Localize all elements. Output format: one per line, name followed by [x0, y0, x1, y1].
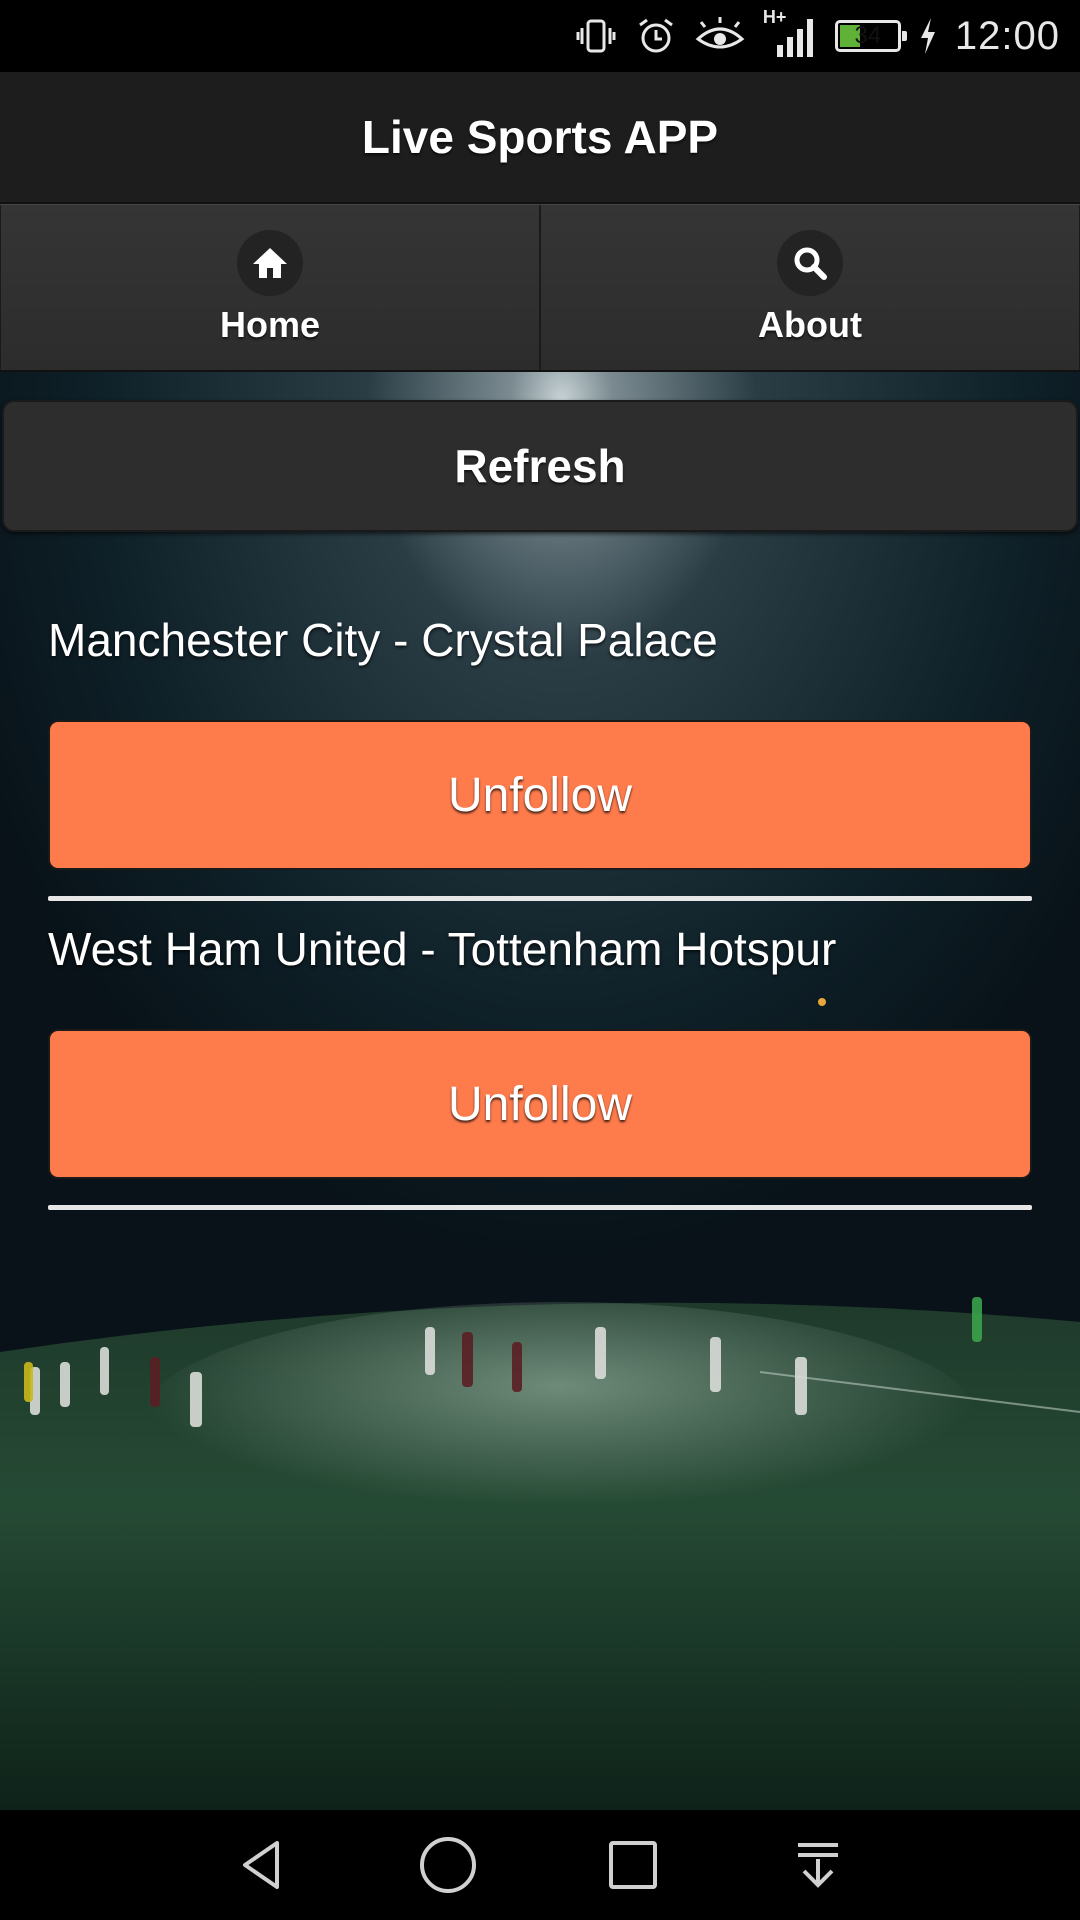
match-title: West Ham United - Tottenham Hotspur [48, 923, 837, 975]
signal-icon: H+ [763, 7, 817, 61]
tab-home-label: Home [219, 303, 321, 345]
back-icon[interactable] [223, 1825, 303, 1905]
status-time: 12:00 [954, 13, 1060, 58]
eye-icon [695, 17, 745, 49]
app-header: Live Sports APP [0, 72, 1080, 204]
tab-about-label: About [758, 303, 862, 345]
list-item: Manchester City - Crystal Palace Unfollo… [48, 610, 1032, 901]
recents-icon[interactable] [593, 1825, 673, 1905]
match-title: Manchester City - Crystal Palace [48, 614, 718, 666]
home-circle-icon[interactable] [408, 1825, 488, 1905]
vibrate-icon [576, 19, 616, 53]
tab-home[interactable]: Home [0, 205, 540, 370]
status-bar: H+ 34 12:00 [0, 0, 1080, 72]
page-title: Live Sports APP [361, 111, 719, 163]
battery-icon: 34 [834, 20, 907, 52]
tab-about[interactable]: About [540, 205, 1080, 370]
search-icon [777, 229, 843, 296]
divider [48, 1205, 1032, 1210]
unfollow-button[interactable]: Unfollow [48, 720, 1032, 870]
home-icon [237, 229, 303, 296]
charging-icon [920, 18, 935, 54]
notifications-pull-icon[interactable] [778, 1825, 858, 1905]
divider [48, 896, 1032, 901]
system-nav-bar [0, 1810, 1080, 1920]
list-item: West Ham United - Tottenham Hotspur Unfo… [48, 919, 1032, 1210]
alarm-icon [639, 18, 673, 53]
refresh-button[interactable]: Refresh [2, 400, 1078, 532]
app-screen: H+ 34 12:00 Live Sports APP Home About R… [0, 0, 1080, 1920]
battery-level: 34 [854, 22, 882, 49]
unfollow-button[interactable]: Unfollow [48, 1029, 1032, 1179]
main-content: Refresh Manchester City - Crystal Palace… [0, 372, 1080, 1810]
nav-bar: Home About [0, 204, 1080, 372]
